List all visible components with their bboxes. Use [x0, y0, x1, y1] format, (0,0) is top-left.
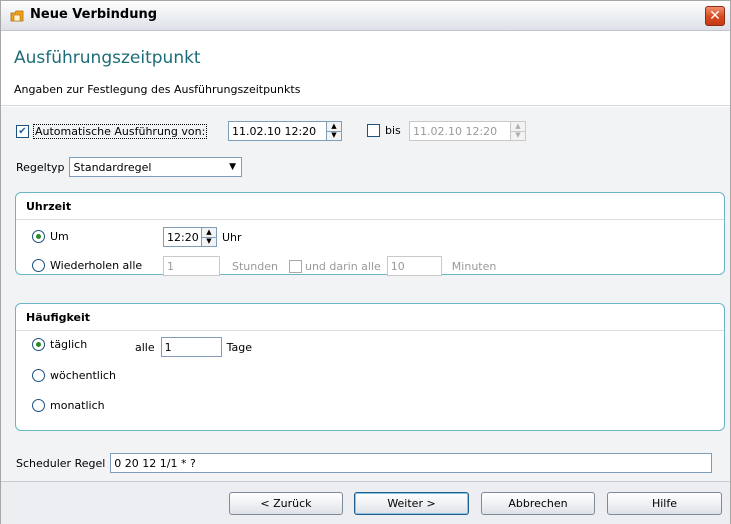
at-time-label: Um: [50, 230, 69, 243]
rule-type-label: Regeltyp: [16, 160, 65, 174]
spinner-icon[interactable]: ▲ ▼: [201, 227, 217, 247]
chevron-down-icon: ▼: [229, 162, 236, 172]
rule-type-select[interactable]: Standardregel ▼: [68, 157, 242, 177]
bis-checkbox[interactable]: [367, 124, 380, 137]
frequency-group-title: Häufigkeit: [26, 311, 90, 324]
scheduler-row: Scheduler Regel 0 20 12 1/1 * ?: [16, 453, 713, 473]
within-minutes-input[interactable]: 10: [386, 256, 442, 276]
monthly-radio[interactable]: [32, 399, 45, 412]
auto-exec-checkbox[interactable]: ✔: [16, 125, 29, 138]
repeat-radio[interactable]: [32, 259, 45, 272]
window-title: Neue Verbindung: [30, 7, 158, 22]
monthly-row: monatlich: [32, 399, 105, 412]
rule-type-value: Standardregel: [73, 160, 152, 174]
within-checkbox[interactable]: [288, 259, 302, 273]
folder-icon: [10, 10, 24, 22]
repeat-hours-input[interactable]: 1: [163, 256, 220, 276]
spinner-icon[interactable]: ▲ ▼: [510, 121, 526, 141]
repeat-hours-unit: Stunden: [232, 259, 278, 273]
every-days-unit: Tage: [226, 340, 253, 354]
bis-row: bis: [367, 124, 401, 137]
repeat-input-group: 1 Stunden und darin alle 10 Minuten: [163, 256, 496, 276]
at-time-unit: Uhr: [222, 230, 242, 244]
auto-exec-row: ✔ Automatische Ausführung von:: [16, 124, 208, 139]
daily-row: täglich: [32, 338, 87, 351]
spinner-icon[interactable]: ▲ ▼: [326, 121, 342, 141]
close-button[interactable]: ✕: [705, 6, 725, 26]
scheduler-rule-input[interactable]: 0 20 12 1/1 * ?: [110, 453, 713, 473]
at-time-row: Um: [32, 230, 69, 243]
every-days-group: alle 1 Tage: [135, 337, 252, 357]
group-divider: [16, 330, 724, 331]
rule-type-row: Regeltyp Standardregel ▼: [16, 157, 242, 177]
every-days-input[interactable]: 1: [160, 337, 222, 357]
weekly-label: wöchentlich: [50, 369, 116, 382]
daily-label: täglich: [50, 338, 88, 351]
to-date-input[interactable]: 11.02.10 12:20: [409, 121, 511, 141]
to-date-group: 11.02.10 12:20 ▲ ▼: [409, 121, 526, 141]
repeat-row: Wiederholen alle: [32, 259, 142, 272]
at-time-input[interactable]: 12:20: [163, 227, 202, 247]
radio-dot-icon: [36, 342, 41, 347]
monthly-label: monatlich: [50, 399, 105, 412]
within-minutes-unit: Minuten: [451, 259, 497, 273]
from-date-group: 11.02.10 12:20 ▲ ▼: [228, 121, 342, 141]
at-time-radio[interactable]: [32, 230, 45, 243]
daily-radio[interactable]: [32, 338, 45, 351]
title-bar[interactable]: Neue Verbindung ✕: [1, 1, 730, 31]
weekly-radio[interactable]: [32, 369, 45, 382]
page-subtitle: Angaben zur Festlegung des Ausführungsze…: [14, 83, 301, 96]
cancel-button[interactable]: Abbrechen: [481, 492, 595, 515]
time-group-title: Uhrzeit: [26, 200, 72, 213]
help-button[interactable]: Hilfe: [607, 492, 722, 515]
within-label: und darin alle: [304, 259, 381, 273]
every-label: alle: [135, 340, 155, 354]
weekly-row: wöchentlich: [32, 369, 116, 382]
frequency-group: Häufigkeit: [15, 303, 725, 431]
bis-label: bis: [385, 124, 401, 137]
wizard-content: ✔ Automatische Ausführung von: 11.02.10 …: [1, 107, 730, 481]
close-icon: ✕: [709, 8, 721, 24]
repeat-label: Wiederholen alle: [50, 259, 143, 272]
group-divider: [16, 219, 724, 220]
wizard-header: Ausführungszeitpunkt Angaben zur Festleg…: [1, 32, 730, 106]
button-bar: < Zurück Weiter > Abbrechen Hilfe: [1, 481, 730, 524]
dialog-window: Neue Verbindung ✕ Ausführungszeitpunkt A…: [0, 0, 731, 524]
radio-dot-icon: [36, 234, 41, 239]
auto-exec-label: Automatische Ausführung von:: [33, 124, 208, 139]
next-button[interactable]: Weiter >: [354, 492, 469, 515]
from-date-input[interactable]: 11.02.10 12:20: [228, 121, 327, 141]
scheduler-label: Scheduler Regel: [16, 456, 106, 470]
back-button[interactable]: < Zurück: [229, 492, 343, 515]
at-time-input-group: 12:20 ▲ ▼ Uhr: [163, 227, 242, 247]
page-title: Ausführungszeitpunkt: [14, 48, 201, 68]
